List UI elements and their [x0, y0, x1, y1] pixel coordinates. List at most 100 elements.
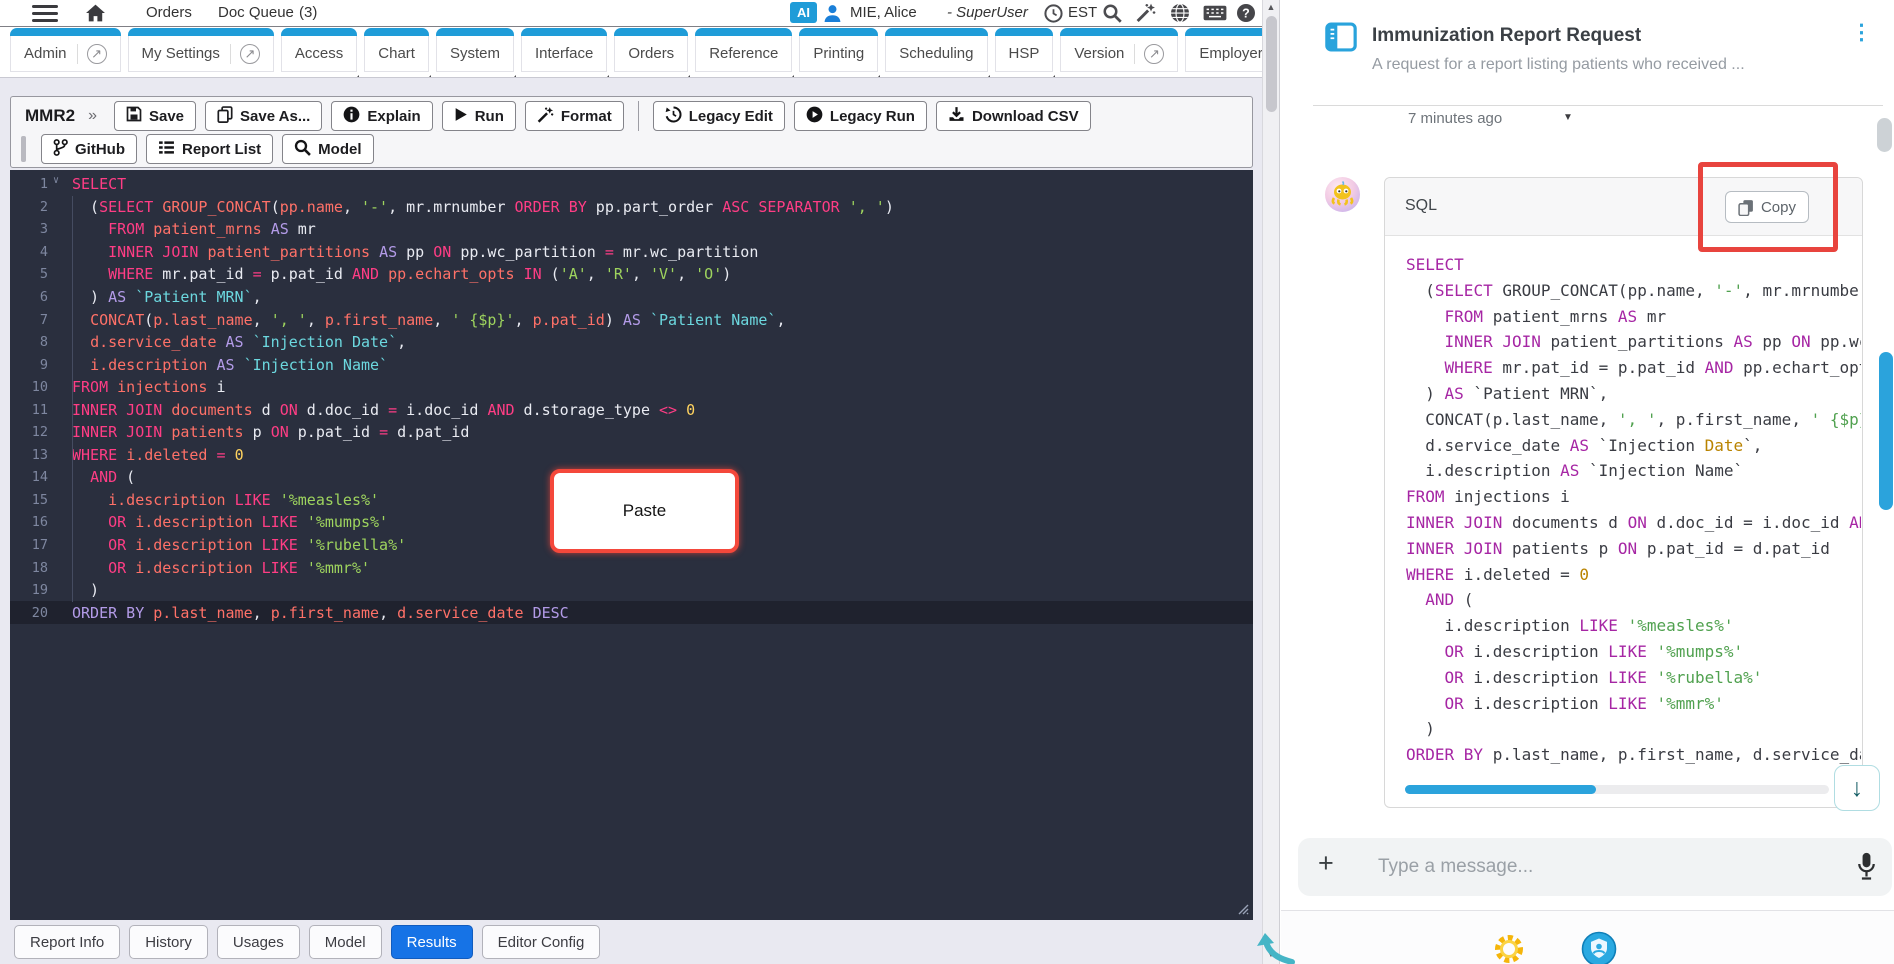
save-as-button[interactable]: Save As... — [205, 101, 323, 131]
code-line[interactable]: 10 FROM injections i — [10, 376, 1253, 399]
assistant-panel: Immunization Report Request A request fo… — [1281, 0, 1894, 964]
nav-tab-scheduling[interactable]: Scheduling — [885, 28, 990, 77]
sql-code-line: OR i.description LIKE '%mumps%' — [1444, 641, 1744, 661]
wand-icon[interactable] — [1135, 2, 1156, 23]
code-line[interactable]: 18 OR i.description LIKE '%mmr%' — [10, 556, 1253, 579]
code-line[interactable]: 8 d.service_date AS `Injection Date`, — [10, 331, 1253, 354]
bottom-tab-history[interactable]: History — [129, 925, 208, 959]
kebab-menu-icon[interactable]: ⋮ — [1851, 22, 1872, 43]
bottom-tab-results[interactable]: Results — [390, 925, 473, 959]
bottom-tab-report-info[interactable]: Report Info — [14, 925, 121, 959]
code-line[interactable]: 2 (SELECT GROUP_CONCAT(pp.name, '-', mr.… — [10, 196, 1253, 219]
sun-flower-icon[interactable] — [1491, 931, 1527, 964]
nav-tab-version[interactable]: Version ↗ — [1060, 28, 1179, 77]
tab-body: Chart — [364, 36, 429, 72]
toolbar-drag-handle[interactable] — [21, 136, 26, 162]
code-line[interactable]: 11 INNER JOIN documents d ON d.doc_id = i… — [10, 398, 1253, 421]
home-icon[interactable] — [85, 3, 106, 23]
explain-button[interactable]: Explain — [331, 101, 433, 131]
model-button[interactable]: Model — [282, 134, 374, 164]
code-line[interactable]: 20 ORDER BY p.last_name, p.first_name, d.… — [10, 601, 1253, 624]
insert-to-editor-arrow-icon[interactable] — [1254, 932, 1296, 964]
help-icon[interactable]: ? — [1236, 3, 1256, 23]
hamburger-menu-icon[interactable] — [32, 5, 58, 22]
attach-plus-button[interactable]: + — [1318, 850, 1334, 877]
tab-label: Printing — [813, 45, 865, 62]
bottom-tab-editor-config[interactable]: Editor Config — [481, 925, 601, 959]
panel-toggle-icon[interactable] — [1325, 22, 1357, 52]
scroll-up-icon[interactable]: ▲ — [1263, 2, 1279, 12]
nav-tab-my-settings[interactable]: My Settings ↗ — [127, 28, 274, 77]
search-icon[interactable] — [1102, 3, 1122, 23]
code-scrollbar-track[interactable] — [1405, 785, 1829, 794]
nav-tab-interface[interactable]: Interface — [520, 28, 610, 77]
nav-tab-access[interactable]: Access — [280, 28, 360, 77]
button-label: Legacy Run — [829, 107, 915, 125]
bottom-tab-usages[interactable]: Usages — [216, 925, 300, 959]
code-line[interactable]: 1 SELECT — [10, 173, 1253, 196]
tab-body: Employer Organizations↗ — [1185, 36, 1262, 72]
tab-body: System — [435, 36, 514, 72]
nav-tab-system[interactable]: System — [435, 28, 516, 77]
nav-tab-orders[interactable]: Orders — [614, 28, 691, 77]
message-input[interactable] — [1378, 850, 1808, 884]
tab-body: HSP — [994, 36, 1054, 72]
breadcrumb-doc-queue[interactable]: Doc Queue — [218, 4, 294, 21]
line-number: 4 — [39, 243, 48, 260]
globe-icon[interactable] — [1170, 3, 1190, 23]
code-line[interactable]: 9 i.description AS `Injection Name` — [10, 353, 1253, 376]
github-button[interactable]: GitHub — [41, 134, 137, 164]
code-line[interactable]: 19 ) — [10, 579, 1253, 602]
code-line[interactable]: 5 WHERE mr.pat_id = p.pat_id AND pp.echa… — [10, 263, 1253, 286]
tab-label: My Settings — [141, 45, 220, 62]
format-button[interactable]: Format — [524, 101, 624, 131]
paste-button[interactable]: Paste — [550, 469, 739, 553]
panel-scrollbar-thumb[interactable] — [1879, 352, 1893, 510]
line-number: 7 — [39, 311, 48, 328]
tab-accent — [435, 28, 514, 36]
nav-tab-reference[interactable]: Reference — [695, 28, 795, 77]
search-icon — [294, 139, 312, 160]
run-button[interactable]: Run — [441, 101, 516, 131]
sql-code-line: OR i.description LIKE '%rubella%' — [1444, 667, 1763, 687]
report-list-button[interactable]: Report List — [146, 134, 274, 164]
ai-badge[interactable]: AI — [790, 2, 817, 23]
code-scrollbar-thumb[interactable] — [1405, 785, 1596, 794]
sql-message-card: SQL Copy SELECT (SELECT GROUP_CONCAT(pp.… — [1384, 177, 1863, 808]
nav-tab-admin[interactable]: Admin ↗ — [10, 28, 121, 77]
frame-scrollbar[interactable]: ▲ ▼ — [1262, 0, 1280, 964]
code-line[interactable]: 6 ) AS `Patient MRN`, — [10, 286, 1253, 309]
assistant-logo-icon[interactable] — [1581, 931, 1617, 964]
code-block-header: SQL Copy — [1385, 178, 1862, 236]
expander-chevrons[interactable]: » — [88, 107, 97, 125]
legacy-run-button[interactable]: Legacy Run — [793, 101, 927, 131]
line-content: OR i.description LIKE '%mumps%' — [108, 513, 389, 532]
nav-tab-chart[interactable]: Chart — [364, 28, 431, 77]
timestamp-caret-icon[interactable]: ▼ — [1563, 112, 1573, 123]
download-csv-button[interactable]: Download CSV — [935, 101, 1091, 131]
nav-tab-hsp[interactable]: HSP — [994, 28, 1056, 77]
panel-footer — [1281, 910, 1894, 964]
code-line[interactable]: 4 INNER JOIN patient_partitions AS pp ON… — [10, 241, 1253, 264]
copy-button[interactable]: Copy — [1724, 191, 1809, 223]
code-line[interactable]: 7 CONCAT(p.last_name, ', ', p.first_name… — [10, 308, 1253, 331]
tab-accent — [994, 28, 1054, 36]
panel-scrollbar-top[interactable] — [1877, 118, 1892, 152]
code-line[interactable]: 13 WHERE i.deleted = 0 — [10, 444, 1253, 467]
code-fold-icon[interactable]: ∨ — [53, 175, 59, 186]
scroll-to-bottom-button[interactable]: ↓ — [1834, 765, 1880, 811]
keyboard-icon[interactable] — [1203, 5, 1227, 21]
nav-tab-employer-organizations[interactable]: Employer Organizations↗ — [1185, 28, 1262, 77]
tab-label: Reference — [709, 45, 779, 62]
sql-code-line: ) — [1406, 719, 1435, 739]
editor-resize-handle[interactable] — [1234, 900, 1249, 915]
breadcrumb-orders[interactable]: Orders — [146, 4, 192, 21]
legacy-edit-button[interactable]: Legacy Edit — [652, 101, 785, 131]
bottom-tab-model[interactable]: Model — [308, 925, 382, 959]
microphone-icon[interactable] — [1856, 851, 1877, 881]
code-line[interactable]: 3 FROM patient_mrns AS mr — [10, 218, 1253, 241]
save-button[interactable]: Save — [113, 101, 197, 131]
nav-tab-printing[interactable]: Printing — [799, 28, 881, 77]
code-line[interactable]: 12 INNER JOIN patients p ON p.pat_id = d.… — [10, 421, 1253, 444]
scrollbar-thumb[interactable] — [1265, 16, 1277, 112]
